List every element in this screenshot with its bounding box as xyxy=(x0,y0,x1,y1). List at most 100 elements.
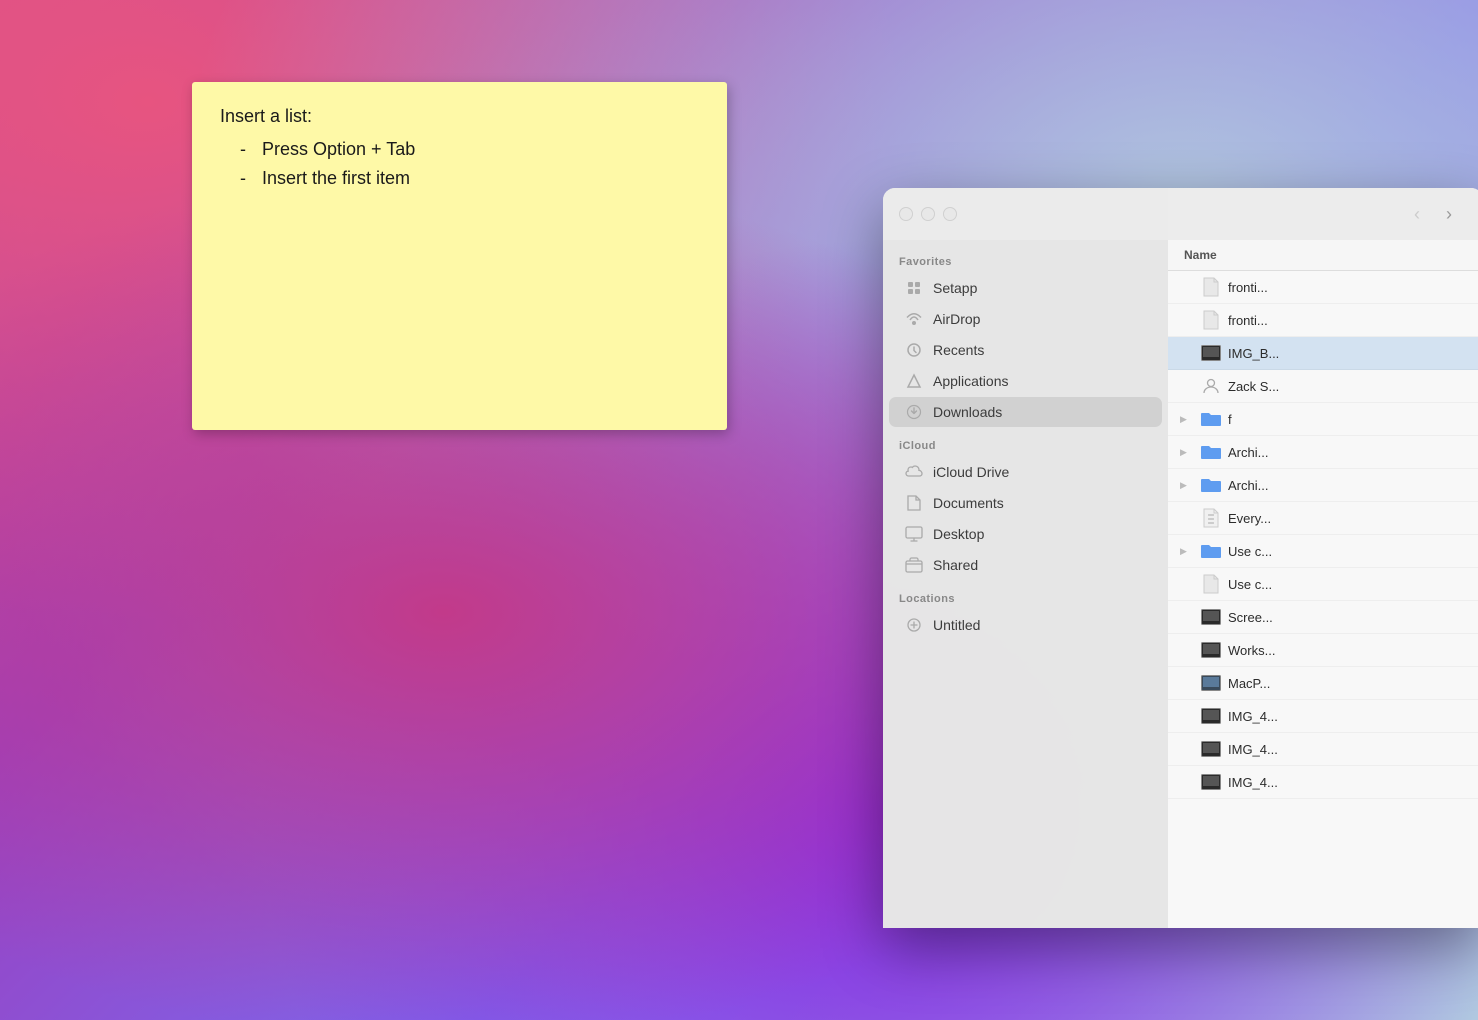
finder-titlebar: ‹ › xyxy=(883,188,1478,240)
icloud-drive-label: iCloud Drive xyxy=(933,464,1009,480)
shared-label: Shared xyxy=(933,557,978,573)
file-list-header: Name xyxy=(1168,240,1478,271)
airdrop-icon xyxy=(905,310,923,328)
minimize-button[interactable] xyxy=(921,207,935,221)
airdrop-label: AirDrop xyxy=(933,311,980,327)
file-icon-fronti2 xyxy=(1200,309,1222,331)
file-item-fronti1[interactable]: fronti... xyxy=(1168,271,1478,304)
file-name-every: Every... xyxy=(1228,511,1471,526)
setapp-label: Setapp xyxy=(933,280,977,296)
file-name-f: f xyxy=(1228,412,1471,427)
sidebar-item-applications[interactable]: Applications xyxy=(889,366,1162,396)
file-icon-usec1 xyxy=(1200,540,1222,562)
chevron-icon-usec1: ▶ xyxy=(1180,546,1194,557)
close-button[interactable] xyxy=(899,207,913,221)
recents-icon xyxy=(905,341,923,359)
file-item-archi2[interactable]: ▶ Archi... xyxy=(1168,469,1478,502)
sticky-note-text-1: Press Option + Tab xyxy=(262,135,415,164)
file-name-archi1: Archi... xyxy=(1228,445,1471,460)
desktop-label: Desktop xyxy=(933,526,984,542)
file-item-img4b[interactable]: IMG_4... xyxy=(1168,733,1478,766)
back-button[interactable]: ‹ xyxy=(1403,200,1431,228)
sticky-dash-1: - xyxy=(240,135,246,164)
untitled-icon xyxy=(905,616,923,634)
file-name-img4a: IMG_4... xyxy=(1228,709,1471,724)
file-name-scree: Scree... xyxy=(1228,610,1471,625)
shared-icon xyxy=(905,556,923,574)
file-icon-img4b xyxy=(1200,738,1222,760)
file-name-works: Works... xyxy=(1228,643,1471,658)
file-item-usec2[interactable]: Use c... xyxy=(1168,568,1478,601)
file-icon-every xyxy=(1200,507,1222,529)
sticky-note: Insert a list: - Press Option + Tab - In… xyxy=(192,82,727,430)
sidebar-item-setapp[interactable]: Setapp xyxy=(889,273,1162,303)
maximize-button[interactable] xyxy=(943,207,957,221)
file-item-usec1[interactable]: ▶ Use c... xyxy=(1168,535,1478,568)
file-item-img4c[interactable]: IMG_4... xyxy=(1168,766,1478,799)
file-icon-archi2 xyxy=(1200,474,1222,496)
finder-main: Name fronti... fronti... xyxy=(1168,188,1478,928)
file-item-works[interactable]: Works... xyxy=(1168,634,1478,667)
chevron-icon-f: ▶ xyxy=(1180,414,1194,425)
downloads-label: Downloads xyxy=(933,404,1002,420)
file-icon-img-b xyxy=(1200,342,1222,364)
sidebar-item-downloads[interactable]: Downloads xyxy=(889,397,1162,427)
applications-icon xyxy=(905,372,923,390)
sidebar-section-icloud: iCloud xyxy=(883,428,1168,456)
file-icon-img4a xyxy=(1200,705,1222,727)
file-item-zack[interactable]: Zack S... xyxy=(1168,370,1478,403)
file-name-archi2: Archi... xyxy=(1228,478,1471,493)
file-item-archi1[interactable]: ▶ Archi... xyxy=(1168,436,1478,469)
file-icon-zack xyxy=(1200,375,1222,397)
forward-button[interactable]: › xyxy=(1435,200,1463,228)
file-name-macp: MacP... xyxy=(1228,676,1471,691)
file-item-every[interactable]: Every... xyxy=(1168,502,1478,535)
sidebar-item-icloud-drive[interactable]: iCloud Drive xyxy=(889,457,1162,487)
file-name-img4b: IMG_4... xyxy=(1228,742,1471,757)
file-name-img-b: IMG_B... xyxy=(1228,346,1471,361)
untitled-label: Untitled xyxy=(933,617,980,633)
file-item-img4a[interactable]: IMG_4... xyxy=(1168,700,1478,733)
file-name-img4c: IMG_4... xyxy=(1228,775,1471,790)
file-icon-archi1 xyxy=(1200,441,1222,463)
file-icon-fronti1 xyxy=(1200,276,1222,298)
file-icon-img4c xyxy=(1200,771,1222,793)
desktop-icon xyxy=(905,525,923,543)
sidebar-item-airdrop[interactable]: AirDrop xyxy=(889,304,1162,334)
sidebar-item-documents[interactable]: Documents xyxy=(889,488,1162,518)
sidebar-section-favorites: Favorites xyxy=(883,244,1168,272)
file-item-img-b[interactable]: IMG_B... xyxy=(1168,337,1478,370)
file-icon-f xyxy=(1200,408,1222,430)
documents-icon xyxy=(905,494,923,512)
sidebar-item-untitled[interactable]: Untitled xyxy=(889,610,1162,640)
chevron-icon-archi2: ▶ xyxy=(1180,480,1194,491)
file-icon-usec2 xyxy=(1200,573,1222,595)
nav-buttons: ‹ › xyxy=(1403,188,1478,240)
file-name-usec1: Use c... xyxy=(1228,544,1471,559)
finder-window: ‹ › Favorites Setapp xyxy=(883,188,1478,928)
sticky-note-text-2: Insert the first item xyxy=(262,164,410,193)
downloads-icon xyxy=(905,403,923,421)
recents-label: Recents xyxy=(933,342,984,358)
file-name-zack: Zack S... xyxy=(1228,379,1471,394)
file-name-fronti2: fronti... xyxy=(1228,313,1471,328)
applications-label: Applications xyxy=(933,373,1009,389)
file-icon-macp xyxy=(1200,672,1222,694)
documents-label: Documents xyxy=(933,495,1004,511)
file-name-fronti1: fronti... xyxy=(1228,280,1471,295)
file-item-fronti2[interactable]: fronti... xyxy=(1168,304,1478,337)
sticky-dash-2: - xyxy=(240,164,246,193)
sidebar-section-locations: Locations xyxy=(883,581,1168,609)
file-item-f[interactable]: ▶ f xyxy=(1168,403,1478,436)
sidebar-item-desktop[interactable]: Desktop xyxy=(889,519,1162,549)
icloud-drive-icon xyxy=(905,463,923,481)
chevron-icon-archi1: ▶ xyxy=(1180,447,1194,458)
file-item-scree[interactable]: Scree... xyxy=(1168,601,1478,634)
sidebar-item-shared[interactable]: Shared xyxy=(889,550,1162,580)
file-item-macp[interactable]: MacP... xyxy=(1168,667,1478,700)
finder-sidebar: Favorites Setapp AirDrop xyxy=(883,188,1168,928)
sticky-note-item-2: - Insert the first item xyxy=(220,164,699,193)
sticky-note-content: Insert a list: - Press Option + Tab - In… xyxy=(220,102,699,192)
sidebar-item-recents[interactable]: Recents xyxy=(889,335,1162,365)
file-icon-works xyxy=(1200,639,1222,661)
